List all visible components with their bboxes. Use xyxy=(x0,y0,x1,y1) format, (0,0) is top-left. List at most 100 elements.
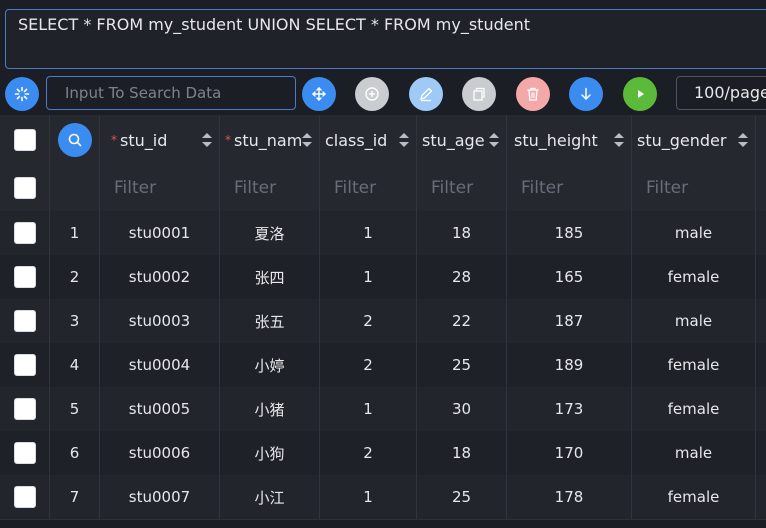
cell-stu-gender[interactable]: male xyxy=(632,299,756,343)
cell-class-id[interactable]: 1 xyxy=(320,255,417,299)
column-label: stu_height xyxy=(514,130,598,150)
cell-stu-name[interactable]: 小江 xyxy=(220,475,320,519)
table-row[interactable]: 4 stu0004 小婷 2 25 189 female xyxy=(0,343,766,388)
row-checkbox[interactable] xyxy=(13,266,36,288)
delete-button[interactable] xyxy=(516,77,550,111)
search-icon xyxy=(68,133,81,147)
column-header-stu-height[interactable]: stu_height xyxy=(507,115,632,165)
cell-stu-age[interactable]: 28 xyxy=(417,255,507,299)
column-header-stu-age[interactable]: stu_age xyxy=(417,115,507,165)
column-header-stu-name[interactable]: * stu_name xyxy=(220,115,320,165)
cell-stu-gender[interactable]: female xyxy=(632,255,756,299)
cell-class-id[interactable]: 2 xyxy=(320,431,417,475)
row-checkbox[interactable] xyxy=(13,177,36,199)
row-select-cell xyxy=(0,387,50,431)
copy-button[interactable] xyxy=(462,77,496,111)
cell-stu-id[interactable]: stu0007 xyxy=(100,475,220,519)
add-row-button[interactable] xyxy=(355,77,389,111)
table-row[interactable]: 6 stu0006 小狗 2 18 170 male xyxy=(0,431,766,476)
cell-stu-age[interactable]: 25 xyxy=(417,343,507,387)
search-input[interactable] xyxy=(46,76,296,110)
cell-stu-id[interactable]: stu0001 xyxy=(100,211,220,255)
cell-stu-age[interactable]: 18 xyxy=(417,211,507,255)
cell-stu-name[interactable]: 夏洛 xyxy=(220,211,320,255)
cell-stu-gender[interactable]: male xyxy=(632,211,756,255)
row-checkbox[interactable] xyxy=(13,222,36,244)
row-checkbox[interactable] xyxy=(13,310,36,332)
filter-stu-id[interactable]: Filter xyxy=(100,165,220,211)
refresh-button[interactable] xyxy=(5,77,39,111)
select-all-checkbox[interactable] xyxy=(13,129,36,151)
cell-stu-age[interactable]: 25 xyxy=(417,475,507,519)
cell-class-id[interactable]: 1 xyxy=(320,475,417,519)
cell-class-id[interactable]: 2 xyxy=(320,299,417,343)
column-label: stu_name xyxy=(234,130,301,150)
filter-stu-name[interactable]: Filter xyxy=(220,165,320,211)
header-row: * stu_id * stu_name class_id stu_age stu… xyxy=(0,115,766,166)
cell-class-id[interactable]: 1 xyxy=(320,211,417,255)
row-index: 7 xyxy=(50,475,100,519)
column-header-class-id[interactable]: class_id xyxy=(320,115,417,165)
cell-stu-height[interactable]: 185 xyxy=(507,211,632,255)
cell-class-id[interactable]: 1 xyxy=(320,387,417,431)
move-button[interactable] xyxy=(302,77,336,111)
row-checkbox[interactable] xyxy=(13,442,36,464)
filter-stu-age[interactable]: Filter xyxy=(417,165,507,211)
cell-stu-id[interactable]: stu0002 xyxy=(100,255,220,299)
cell-stu-gender[interactable]: female xyxy=(632,343,756,387)
cell-stu-height[interactable]: 165 xyxy=(507,255,632,299)
cell-stu-age[interactable]: 18 xyxy=(417,431,507,475)
cell-stu-id[interactable]: stu0004 xyxy=(100,343,220,387)
cell-stu-gender[interactable]: male xyxy=(632,431,756,475)
cell-stu-id[interactable]: stu0003 xyxy=(100,299,220,343)
row-select-cell xyxy=(0,475,50,519)
column-search-button[interactable] xyxy=(57,123,92,157)
delete-icon xyxy=(527,87,539,101)
cell-stu-height[interactable]: 173 xyxy=(507,387,632,431)
filter-stu-gender[interactable]: Filter xyxy=(632,165,756,211)
table-row[interactable]: 2 stu0002 张四 1 28 165 female xyxy=(0,255,766,300)
table-row[interactable]: 3 stu0003 张五 2 22 187 male xyxy=(0,299,766,344)
run-button[interactable] xyxy=(623,77,657,111)
row-checkbox[interactable] xyxy=(13,486,36,508)
column-header-stu-id[interactable]: * stu_id xyxy=(100,115,220,165)
table-row[interactable]: 5 stu0005 小猪 1 30 173 female xyxy=(0,387,766,432)
cell-stu-name[interactable]: 张五 xyxy=(220,299,320,343)
edit-button[interactable] xyxy=(409,77,443,111)
sql-editor[interactable]: SELECT * FROM my_student UNION SELECT * … xyxy=(5,9,766,69)
cell-stu-id[interactable]: stu0005 xyxy=(100,387,220,431)
column-header-stu-gender[interactable]: stu_gender xyxy=(632,115,756,165)
sort-icon[interactable] xyxy=(737,131,749,149)
row-checkbox[interactable] xyxy=(13,398,36,420)
sort-icon[interactable] xyxy=(488,131,500,149)
header-search-cell xyxy=(50,115,100,165)
cell-stu-id[interactable]: stu0006 xyxy=(100,431,220,475)
cell-stu-age[interactable]: 22 xyxy=(417,299,507,343)
cell-stu-gender[interactable]: female xyxy=(632,387,756,431)
cell-stu-height[interactable]: 189 xyxy=(507,343,632,387)
sort-icon[interactable] xyxy=(613,131,625,149)
cell-stu-gender[interactable]: female xyxy=(632,475,756,519)
cell-stu-height[interactable]: 187 xyxy=(507,299,632,343)
cell-stu-height[interactable]: 170 xyxy=(507,431,632,475)
row-checkbox[interactable] xyxy=(13,354,36,376)
cell-stu-name[interactable]: 小猪 xyxy=(220,387,320,431)
cell-class-id[interactable]: 2 xyxy=(320,343,417,387)
download-button[interactable] xyxy=(569,77,603,111)
row-spacer xyxy=(756,387,766,431)
cell-stu-name[interactable]: 小婷 xyxy=(220,343,320,387)
cell-stu-name[interactable]: 小狗 xyxy=(220,431,320,475)
row-select-cell xyxy=(0,431,50,475)
filter-stu-height[interactable]: Filter xyxy=(507,165,632,211)
sort-icon[interactable] xyxy=(398,131,410,149)
sort-icon[interactable] xyxy=(201,131,213,149)
filter-class-id[interactable]: Filter xyxy=(320,165,417,211)
cell-stu-height[interactable]: 178 xyxy=(507,475,632,519)
table-row[interactable]: 1 stu0001 夏洛 1 18 185 male xyxy=(0,211,766,256)
cell-stu-name[interactable]: 张四 xyxy=(220,255,320,299)
cell-stu-age[interactable]: 30 xyxy=(417,387,507,431)
page-size-select[interactable]: 100/page xyxy=(676,76,766,110)
filter-spacer xyxy=(756,165,766,211)
sort-icon[interactable] xyxy=(301,131,313,149)
table-row[interactable]: 7 stu0007 小江 1 25 178 female xyxy=(0,475,766,520)
